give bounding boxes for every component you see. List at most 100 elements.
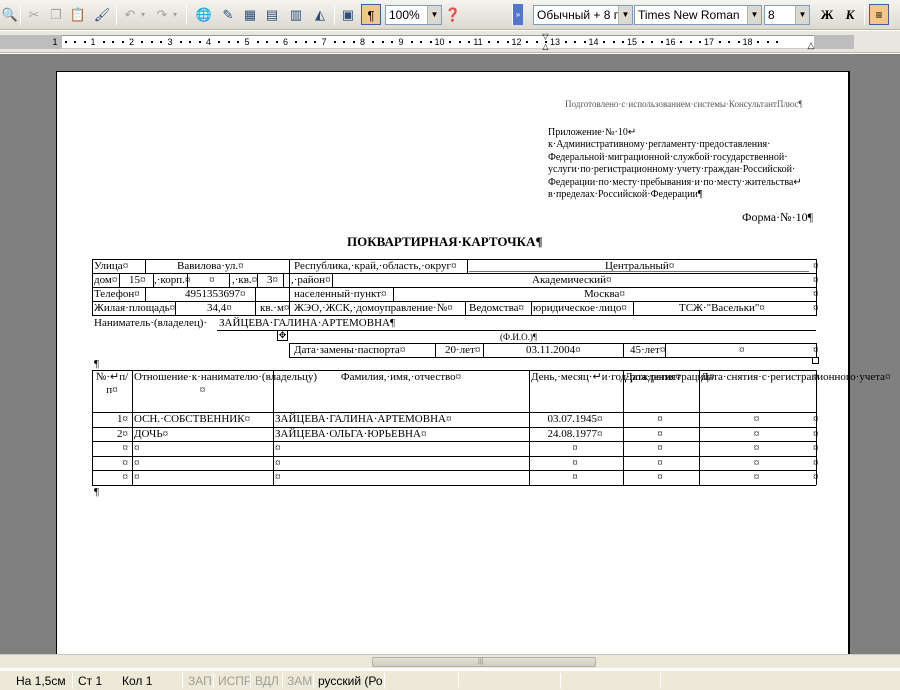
rayon-value: Академический¤: [532, 274, 612, 286]
table-resize-handle-icon[interactable]: [812, 357, 819, 364]
status-track-changes[interactable]: ИСПР: [218, 673, 252, 689]
ruler-tick: [776, 41, 779, 43]
region-label: Республика,·край,·область,·округ¤: [294, 260, 457, 272]
street-label: Улица¤: [94, 260, 129, 272]
table-cell: ¤: [657, 456, 663, 469]
ruler-tick: [64, 41, 67, 43]
chevron-down-icon[interactable]: ▼: [427, 6, 441, 24]
kv-value: 3¤: [267, 274, 278, 286]
cell-mark: ¤: [813, 413, 819, 425]
cut-icon[interactable]: ✂: [24, 4, 44, 25]
insert-excel-icon[interactable]: ▤: [262, 4, 282, 25]
ruler-number: 16: [665, 37, 676, 47]
form-number: Форма·№·10¶: [742, 210, 814, 224]
show-formatting-button[interactable]: ¶: [361, 4, 381, 25]
document-map-icon[interactable]: ▣: [338, 4, 358, 25]
juridical-label: юридическое·лицо¤: [533, 302, 627, 314]
passport-45-label: 45·лет¤: [630, 344, 666, 356]
italic-button[interactable]: К: [840, 4, 860, 25]
document-page[interactable]: Подготовлено·с·использованием·системы·Ко…: [56, 71, 891, 661]
table-cell: ¤: [275, 471, 281, 484]
font-value: Times New Roman: [638, 8, 740, 22]
ruler-right-margin: [814, 35, 854, 49]
first-line-indent-icon[interactable]: ▽: [541, 33, 550, 41]
scroll-thumb[interactable]: [372, 657, 596, 667]
area-label: Жилая·площадь¤: [94, 302, 176, 314]
status-language: русский (Ро: [318, 674, 383, 688]
chevron-down-icon[interactable]: ▼: [747, 6, 761, 24]
hanging-indent-icon[interactable]: △: [541, 42, 550, 51]
ruler-number: 1: [52, 37, 58, 47]
table-cell: ЗАЙЦЕВА·ОЛЬГА·ЮРЬЕВНА¤: [275, 427, 427, 440]
style-select[interactable]: Обычный + 8 пт ▼: [533, 5, 633, 25]
ruler-tick: [102, 41, 105, 43]
status-record[interactable]: ЗАП: [188, 673, 212, 689]
ruler-tick: [641, 41, 644, 43]
horizontal-ruler[interactable]: 1 1 2 3 4 5 6 7 8 9 10 11 12 13 14 15 16 17 18 ▽ △ △: [0, 31, 900, 53]
redo-icon[interactable]: ↷: [152, 4, 172, 25]
ruler-number: 4: [205, 37, 212, 47]
table-move-handle-icon[interactable]: ✥: [277, 330, 288, 341]
appendix-line: Приложение·№·10↵: [548, 127, 637, 138]
copy-icon[interactable]: ❐: [46, 4, 66, 25]
ruler-tick: [689, 41, 692, 43]
ruler-tick: [497, 41, 500, 43]
status-extend[interactable]: ВДЛ: [255, 673, 279, 689]
ruler-number: 14: [588, 37, 599, 47]
ruler-number: 17: [703, 37, 715, 47]
area-unit: кв.·м¤: [260, 302, 290, 314]
undo-dropdown-icon[interactable]: ▾: [138, 4, 148, 25]
table-cell: ¤: [657, 413, 663, 425]
right-indent-icon[interactable]: △: [806, 41, 816, 50]
grip-icon: |||: [478, 658, 484, 665]
insert-table-icon[interactable]: ▦: [240, 4, 260, 25]
passport-45-value: ¤: [739, 344, 745, 356]
table-cell: ¤: [572, 456, 578, 469]
ruler-tick: [121, 41, 124, 43]
status-overtype[interactable]: ЗАМ: [287, 673, 312, 689]
font-select[interactable]: Times New Roman ▼: [634, 5, 762, 25]
area-value: 34,4¤: [207, 302, 232, 314]
zheo-label: ЖЭО,·ЖСК,·домоуправление·№¤: [294, 302, 453, 314]
tenant-label: Наниматель·(владелец)·: [94, 317, 208, 329]
ruler-tick: [506, 41, 509, 43]
hyperlink-icon[interactable]: 🌐: [194, 4, 214, 25]
ruler-tick: [728, 41, 731, 43]
columns-icon[interactable]: ▥: [286, 4, 306, 25]
drawing-icon[interactable]: ◭: [310, 4, 330, 25]
ruler-number: 3: [167, 37, 173, 47]
zoom-select[interactable]: 100% ▼: [385, 5, 442, 25]
research-icon[interactable]: 🔍: [0, 4, 20, 25]
table-border: [92, 485, 816, 486]
help-icon[interactable]: ❓: [443, 4, 463, 25]
tables-borders-icon[interactable]: ✎: [218, 4, 238, 25]
horizontal-scrollbar[interactable]: |||: [0, 654, 900, 668]
toolbar-options-icon[interactable]: »: [513, 4, 523, 25]
phone-value: 4951353697¤: [185, 288, 246, 300]
font-size-select[interactable]: 8 ▼: [764, 5, 810, 25]
table-cell: ¤: [275, 456, 281, 469]
format-painter-icon[interactable]: 🖌: [92, 4, 112, 25]
redo-dropdown-icon[interactable]: ▾: [170, 4, 180, 25]
ruler-tick: [699, 41, 702, 43]
tszh-value: ТСЖ·"Васельки"¤: [679, 302, 765, 314]
appendix-line: в·пределах·Российской·Федерации¶: [548, 189, 703, 201]
status-position: На 1,5см: [16, 674, 66, 688]
appendix-line: к·Административному·регламенту·предостав…: [548, 139, 771, 151]
rayon-label: ,·район¤: [291, 274, 331, 286]
ruler-tick: [574, 41, 577, 43]
ruler-tick: [74, 41, 77, 43]
bold-button[interactable]: Ж: [817, 4, 837, 25]
chevron-down-icon[interactable]: ▼: [795, 6, 809, 24]
undo-icon[interactable]: ↶: [120, 4, 140, 25]
ruler-tick: [612, 41, 615, 43]
table-cell: 1¤: [117, 413, 128, 425]
paste-icon[interactable]: 📋: [68, 4, 88, 25]
align-left-icon[interactable]: ≡: [869, 4, 889, 25]
appendix-block: Приложение·№·10↵ к·Административному·рег…: [548, 127, 802, 201]
chevron-down-icon[interactable]: ▼: [618, 6, 632, 24]
ruler-tick: [468, 41, 471, 43]
ruler-tick: [449, 41, 452, 43]
ruler-tick: [458, 41, 461, 43]
cell-mark: ¤: [813, 471, 819, 484]
